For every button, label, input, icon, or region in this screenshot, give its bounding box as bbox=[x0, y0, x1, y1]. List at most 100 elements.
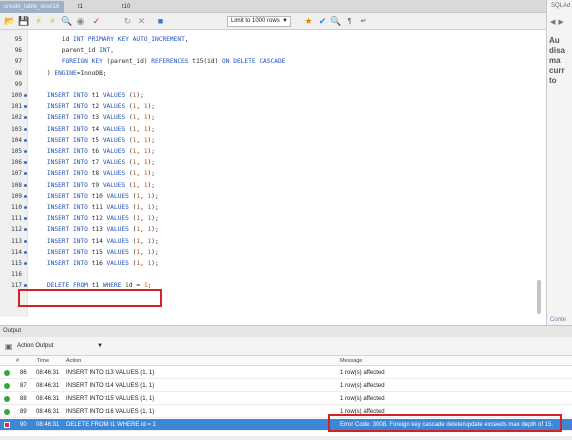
output-toolbar: ▣ Action Output ▼ bbox=[0, 337, 572, 356]
line-number: 105 bbox=[11, 148, 22, 155]
invisible-chars-icon[interactable]: ¶ bbox=[344, 16, 355, 27]
code-line[interactable]: 106 INSERT INTO t7 VALUES (1, 1); bbox=[0, 157, 546, 169]
column-action: Action bbox=[66, 358, 82, 364]
line-number: 112 bbox=[11, 226, 22, 234]
folder-open-icon[interactable]: 📂 bbox=[4, 16, 15, 27]
output-panel-header: Output bbox=[0, 325, 572, 337]
commit-icon[interactable]: ✓ bbox=[91, 16, 102, 27]
success-status-icon bbox=[4, 409, 10, 415]
code-text: INSERT INTO t15 VALUES (1, 1); bbox=[46, 248, 159, 256]
code-line[interactable]: 111 INSERT INTO t12 VALUES (1, 1); bbox=[0, 213, 546, 225]
code-text: INSERT INTO t9 VALUES (1, 1); bbox=[46, 181, 155, 189]
statement-marker-icon bbox=[24, 161, 27, 165]
statement-marker-icon bbox=[24, 105, 27, 109]
row-number: 86 bbox=[20, 370, 27, 376]
tab-t10[interactable]: t10 bbox=[118, 1, 158, 13]
output-row[interactable]: 86 08:46:31 INSERT INTO t13 VALUES (1, 1) 1… bbox=[0, 367, 572, 379]
sql-additions-panel: SQLAd ◀▶ Au disa ma curr to Conte bbox=[546, 0, 572, 325]
code-line[interactable]: 99 bbox=[0, 79, 546, 91]
magnifier-icon[interactable]: 🔍 bbox=[61, 16, 72, 27]
code-line[interactable]: 108 INSERT INTO t9 VALUES (1, 1); bbox=[0, 180, 546, 192]
line-number: 110 bbox=[11, 204, 22, 211]
lightning-icon[interactable]: ⚡ bbox=[33, 16, 44, 27]
context-help-tab[interactable]: Conte bbox=[550, 317, 566, 323]
word-wrap-icon[interactable]: ↵ bbox=[358, 16, 369, 27]
code-line[interactable]: 109 INSERT INTO t10 VALUES (1, 1); bbox=[0, 191, 546, 203]
row-action: INSERT INTO t16 VALUES (1, 1) bbox=[66, 409, 155, 415]
code-line[interactable]: 101 INSERT INTO t2 VALUES (1, 1); bbox=[0, 101, 546, 113]
output-type-select[interactable]: Action Output ▼ bbox=[17, 341, 103, 352]
autocommit-icon[interactable]: ■ bbox=[155, 16, 166, 27]
row-time: 08:46:31 bbox=[36, 370, 60, 376]
statement-marker-icon bbox=[24, 217, 27, 221]
line-number: 99 bbox=[14, 80, 22, 88]
statement-marker-icon bbox=[24, 228, 27, 232]
code-line[interactable]: 100 INSERT INTO t1 VALUES (1); bbox=[0, 90, 546, 102]
chevron-down-icon: ▼ bbox=[282, 18, 288, 24]
limit-rows-select[interactable]: Limit to 1000 rows ▼ bbox=[227, 16, 291, 27]
output-title: Output bbox=[3, 328, 22, 334]
find-icon[interactable]: 🔍 bbox=[330, 16, 341, 27]
line-number: 98 bbox=[14, 69, 22, 77]
statement-marker-icon bbox=[24, 183, 27, 187]
lightning-cursor-icon[interactable]: ⚡ bbox=[47, 16, 58, 27]
code-line[interactable]: 104 INSERT INTO t5 VALUES (1, 1); bbox=[0, 135, 546, 147]
row-action: INSERT INTO t15 VALUES (1, 1) bbox=[66, 396, 155, 402]
tab-t1[interactable]: t1 bbox=[74, 1, 114, 13]
code-text: INSERT INTO t14 VALUES (1, 1); bbox=[46, 237, 159, 245]
line-number: 111 bbox=[11, 215, 22, 223]
row-action: DELETE FROM t1 WHERE id = 1 bbox=[66, 422, 156, 428]
rollback-icon[interactable]: ↻ bbox=[122, 16, 133, 27]
code-text: INSERT INTO t6 VALUES (1, 1); bbox=[46, 148, 155, 155]
statement-marker-icon bbox=[24, 284, 27, 288]
tab-bar: create_table_level16 t1 t10 bbox=[0, 0, 546, 13]
row-number: 87 bbox=[20, 383, 27, 389]
code-line[interactable]: 116 bbox=[0, 269, 546, 281]
stop-icon[interactable]: ◉ bbox=[75, 16, 86, 27]
code-line[interactable]: 105 INSERT INTO t6 VALUES (1, 1); bbox=[0, 146, 546, 158]
output-row[interactable]: 88 08:46:31 INSERT INTO t15 VALUES (1, 1) 1… bbox=[0, 393, 572, 405]
cancel-icon[interactable]: ✕ bbox=[136, 16, 147, 27]
output-row[interactable]: 87 08:46:31 INSERT INTO t14 VALUES (1, 1) 1… bbox=[0, 380, 572, 392]
code-line[interactable]: 115 INSERT INTO t16 VALUES (1, 1); bbox=[0, 258, 546, 270]
line-number: 108 bbox=[11, 181, 22, 189]
code-line[interactable]: 103 INSERT INTO t4 VALUES (1, 1); bbox=[0, 124, 546, 136]
statement-marker-icon bbox=[24, 194, 27, 198]
sql-editor[interactable]: 95 id INT PRIMARY KEY AUTO_INCREMENT, 96 … bbox=[0, 30, 546, 317]
tab-create-table-level16[interactable]: create_table_level16 bbox=[0, 1, 64, 13]
row-time: 08:46:31 bbox=[36, 422, 60, 428]
row-number: 89 bbox=[20, 409, 27, 415]
output-type-icon: ▣ bbox=[5, 342, 13, 351]
code-line[interactable]: 112 INSERT INTO t13 VALUES (1, 1); bbox=[0, 224, 546, 236]
code-line[interactable]: 110 INSERT INTO t11 VALUES (1, 1); bbox=[0, 202, 546, 214]
code-line[interactable]: 98 ) ENGINE=InnoDB; bbox=[0, 68, 546, 80]
code-text: INSERT INTO t2 VALUES (1, 1); bbox=[46, 103, 155, 111]
wrench-icon[interactable]: ✔ bbox=[317, 16, 328, 27]
code-line[interactable]: 114 INSERT INTO t15 VALUES (1, 1); bbox=[0, 247, 546, 259]
code-text: ) ENGINE=InnoDB; bbox=[32, 69, 107, 77]
sidebar-message: Au disa ma curr to bbox=[549, 36, 566, 85]
code-line[interactable]: 113 INSERT INTO t14 VALUES (1, 1); bbox=[0, 236, 546, 248]
statement-marker-icon bbox=[24, 138, 27, 142]
success-status-icon bbox=[4, 383, 10, 389]
column-message: Message bbox=[340, 358, 363, 364]
output-table-header: # Time Action Message bbox=[0, 356, 572, 366]
statement-marker-icon bbox=[24, 239, 27, 243]
code-line[interactable]: 96 parent_id INT, bbox=[0, 45, 546, 57]
statement-marker-icon bbox=[24, 116, 27, 120]
code-line[interactable]: 95 id INT PRIMARY KEY AUTO_INCREMENT, bbox=[0, 34, 546, 46]
save-icon[interactable]: 💾 bbox=[18, 16, 29, 27]
line-number: 102 bbox=[11, 114, 22, 122]
code-line[interactable]: 102 INSERT INTO t3 VALUES (1, 1); bbox=[0, 112, 546, 124]
code-line[interactable]: 97 FOREIGN KEY (parent_id) REFERENCES t1… bbox=[0, 56, 546, 68]
line-number: 95 bbox=[14, 36, 22, 43]
output-hscrollbar[interactable] bbox=[0, 436, 572, 440]
editor-scrollbar[interactable] bbox=[537, 280, 541, 314]
column-number: # bbox=[16, 358, 20, 364]
error-status-icon bbox=[4, 422, 10, 428]
sidebar-nav-arrows[interactable]: ◀▶ bbox=[550, 18, 567, 26]
row-number: 90 bbox=[20, 422, 27, 428]
line-number: 100 bbox=[11, 92, 22, 99]
code-line[interactable]: 107 INSERT INTO t8 VALUES (1, 1); bbox=[0, 168, 546, 180]
beautify-icon[interactable]: ★ bbox=[303, 16, 314, 27]
